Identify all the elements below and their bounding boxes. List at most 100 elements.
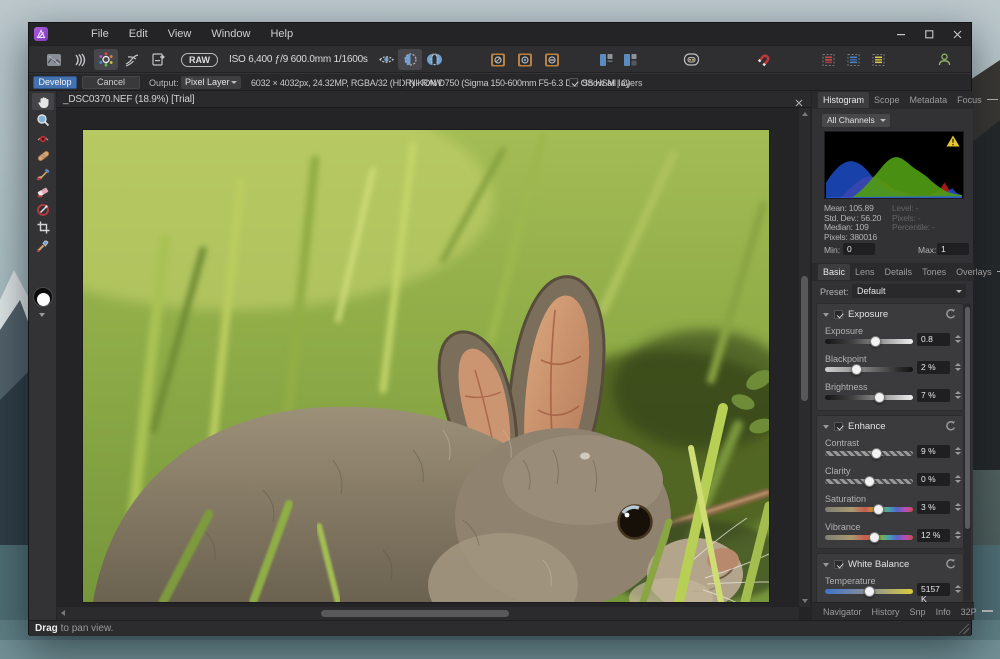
scroll-down-icon[interactable] — [802, 599, 808, 603]
assistant-icon[interactable] — [679, 49, 703, 70]
tab-histogram[interactable]: Histogram — [818, 92, 869, 108]
overlay-color-well[interactable] — [33, 287, 53, 307]
studio-presets-blue-icon[interactable] — [841, 49, 865, 70]
zoom-tool[interactable] — [32, 111, 54, 128]
slider-value[interactable]: 7 % — [917, 389, 950, 402]
tab-scope[interactable]: Scope — [869, 92, 905, 108]
maximize-button[interactable] — [915, 23, 943, 45]
slider-value[interactable]: 2 % — [917, 361, 950, 374]
stepper[interactable] — [953, 445, 962, 458]
stepper[interactable] — [953, 361, 962, 374]
tab-focus[interactable]: Focus — [952, 92, 987, 108]
stepper[interactable] — [953, 333, 962, 346]
collapse-chevron-icon[interactable] — [823, 563, 829, 567]
studio-presets-red-icon[interactable] — [816, 49, 840, 70]
persona-tone-mapping-icon[interactable] — [120, 49, 144, 70]
slider-value[interactable]: 5157 K — [917, 583, 950, 596]
white-balance-tool[interactable] — [32, 237, 54, 254]
slider-thumb[interactable] — [874, 392, 885, 403]
studio-presets-yellow-icon[interactable] — [866, 49, 890, 70]
stepper[interactable] — [953, 389, 962, 402]
overlay-gradient-tool[interactable] — [32, 201, 54, 218]
max-input[interactable]: 1 — [937, 243, 969, 255]
reset-icon[interactable] — [945, 308, 957, 320]
overlay-paint-tool[interactable] — [32, 165, 54, 182]
reset-icon[interactable] — [945, 420, 957, 432]
menu-edit[interactable]: Edit — [119, 28, 158, 40]
menu-file[interactable]: File — [81, 28, 119, 40]
exposure-enabled-checkbox[interactable] — [834, 310, 843, 319]
panel-scroll-thumb[interactable] — [965, 307, 970, 529]
clarity-slider[interactable] — [825, 479, 913, 484]
show-all-layers-checkbox[interactable] — [569, 78, 578, 87]
persona-photo-icon[interactable] — [42, 49, 66, 70]
tab-metadata[interactable]: Metadata — [905, 92, 953, 108]
horizontal-scroll-thumb[interactable] — [321, 610, 509, 617]
menu-view[interactable]: View — [158, 28, 202, 40]
persona-develop-icon[interactable] — [94, 49, 118, 70]
magnet-snapping-icon[interactable] — [752, 49, 776, 70]
viewport[interactable] — [57, 108, 799, 607]
persona-liquify-icon[interactable] — [68, 49, 92, 70]
collapse-chevron-icon[interactable] — [823, 425, 829, 429]
slider-thumb[interactable] — [870, 336, 881, 347]
saturation-slider[interactable] — [825, 507, 913, 512]
stepper[interactable] — [953, 583, 962, 596]
scroll-left-icon[interactable] — [61, 610, 65, 616]
tab-info[interactable]: Info — [931, 604, 956, 620]
panel-scrollbar[interactable] — [964, 303, 971, 601]
account-icon[interactable] — [932, 49, 956, 70]
slider-thumb[interactable] — [864, 476, 875, 487]
tab-tones[interactable]: Tones — [917, 264, 951, 280]
more-tools-chevron-icon[interactable] — [39, 313, 45, 317]
split-view-mirror-icon[interactable] — [422, 49, 446, 70]
exposure-slider[interactable] — [825, 339, 913, 344]
blemish-removal-tool[interactable] — [32, 147, 54, 164]
blackpoint-slider[interactable] — [825, 367, 913, 372]
output-select[interactable]: Pixel Layer — [181, 76, 241, 89]
slider-value[interactable]: 9 % — [917, 445, 950, 458]
enhance-enabled-checkbox[interactable] — [834, 422, 843, 431]
persona-export-icon[interactable] — [146, 49, 170, 70]
vertical-scroll-thumb[interactable] — [801, 276, 808, 401]
tab-history[interactable]: History — [867, 604, 905, 620]
tab-details[interactable]: Details — [880, 264, 918, 280]
close-button[interactable] — [943, 23, 971, 45]
slider-value[interactable]: 3 % — [917, 501, 950, 514]
view-tool[interactable] — [32, 93, 54, 110]
collapse-chevron-icon[interactable] — [823, 313, 829, 317]
clip-highlights-toggle-icon[interactable] — [513, 49, 537, 70]
minimize-button[interactable] — [887, 23, 915, 45]
slider-thumb[interactable] — [851, 364, 862, 375]
contrast-slider[interactable] — [825, 451, 913, 456]
white-balance-enabled-checkbox[interactable] — [834, 560, 843, 569]
document-tab[interactable]: _DSC0370.NEF (18.9%) [Trial] — [63, 94, 194, 105]
split-view-single-icon[interactable] — [398, 49, 422, 70]
reset-icon[interactable] — [945, 558, 957, 570]
titlebar[interactable]: File Edit View Window Help — [29, 23, 971, 45]
resize-grip[interactable] — [959, 624, 969, 634]
scroll-up-icon[interactable] — [802, 112, 808, 116]
preset-select[interactable]: Default — [852, 284, 966, 298]
tab-navigator[interactable]: Navigator — [818, 604, 867, 620]
tab-lens[interactable]: Lens — [850, 264, 880, 280]
brightness-slider[interactable] — [825, 395, 913, 400]
slider-value[interactable]: 12 % — [917, 529, 950, 542]
before-view-icon[interactable] — [594, 49, 618, 70]
develop-button[interactable]: Develop — [33, 76, 77, 89]
clip-shadows-toggle-icon[interactable] — [486, 49, 510, 70]
after-view-icon[interactable] — [618, 49, 642, 70]
tab-snapshots[interactable]: Snp — [905, 604, 931, 620]
channel-select[interactable]: All Channels — [822, 114, 890, 127]
clip-tones-toggle-icon[interactable] — [540, 49, 564, 70]
tab-overlays[interactable]: Overlays — [951, 264, 997, 280]
menu-help[interactable]: Help — [260, 28, 303, 40]
crop-tool[interactable] — [32, 219, 54, 236]
menu-window[interactable]: Window — [201, 28, 260, 40]
slider-thumb[interactable] — [871, 448, 882, 459]
tab-basic[interactable]: Basic — [818, 264, 850, 280]
slider-thumb[interactable] — [873, 504, 884, 515]
slider-value[interactable]: 0 % — [917, 473, 950, 486]
overlay-erase-tool[interactable] — [32, 183, 54, 200]
stepper[interactable] — [953, 473, 962, 486]
